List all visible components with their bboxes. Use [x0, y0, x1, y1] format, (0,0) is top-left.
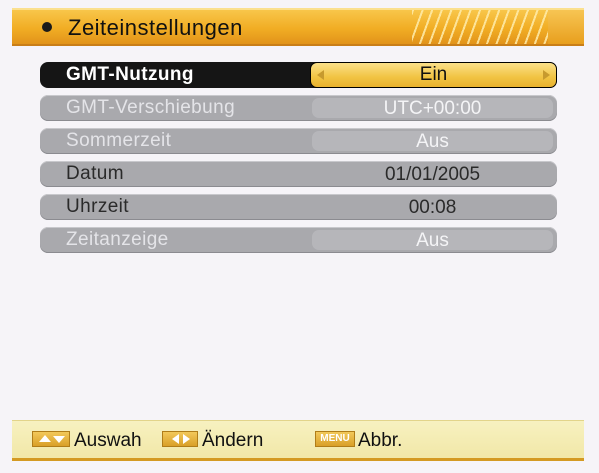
arrow-left-icon[interactable] [317, 70, 324, 80]
setting-row-time-display[interactable]: Zeitanzeige Aus [40, 227, 557, 253]
setting-value: Aus [312, 230, 553, 251]
setting-value: 00:08 [408, 197, 457, 218]
setting-label: Datum [66, 163, 124, 184]
help-change-label: Ändern [202, 430, 264, 451]
up-down-key-icon [32, 431, 70, 447]
settings-screen: Zeiteinstellungen GMT-Nutzung Ein GMT-Ve… [0, 0, 599, 473]
setting-label: GMT-Verschiebung [66, 97, 236, 118]
left-right-key-icon [162, 431, 198, 447]
setting-row-time[interactable]: Uhrzeit 00:08 [40, 194, 557, 220]
setting-value: Aus [312, 131, 553, 152]
title-decoration [412, 10, 552, 44]
page-title: Zeiteinstellungen [68, 15, 243, 40]
help-cancel-label: Abbr. [358, 430, 403, 451]
setting-row-daylight-saving[interactable]: Sommerzeit Aus [40, 128, 557, 154]
setting-value: 01/01/2005 [384, 164, 481, 185]
settings-list: GMT-Nutzung Ein GMT-Verschiebung UTC+00:… [40, 62, 557, 260]
setting-value: Ein [419, 64, 448, 85]
arrow-right-icon[interactable] [543, 70, 550, 80]
setting-value: UTC+00:00 [312, 98, 553, 119]
setting-row-date[interactable]: Datum 01/01/2005 [40, 161, 557, 187]
bullet-icon [42, 22, 52, 32]
help-navigate-label: Auswah [74, 430, 142, 451]
menu-key-label: MENU [320, 433, 350, 444]
setting-row-gmt-offset[interactable]: GMT-Verschiebung UTC+00:00 [40, 95, 557, 121]
title-bar: Zeiteinstellungen [12, 8, 584, 46]
setting-label: Uhrzeit [66, 196, 129, 217]
setting-row-gmt-usage[interactable]: GMT-Nutzung Ein [40, 62, 557, 88]
title-notch [548, 10, 584, 44]
setting-value-selector[interactable]: Ein [310, 62, 557, 88]
setting-label: GMT-Nutzung [66, 64, 194, 85]
menu-key-icon: MENU [315, 431, 355, 447]
footer-divider [12, 458, 584, 461]
setting-label: Sommerzeit [66, 130, 172, 151]
setting-label: Zeitanzeige [66, 229, 169, 250]
help-bar: Auswah Ändern MENU Abbr. [12, 420, 584, 460]
